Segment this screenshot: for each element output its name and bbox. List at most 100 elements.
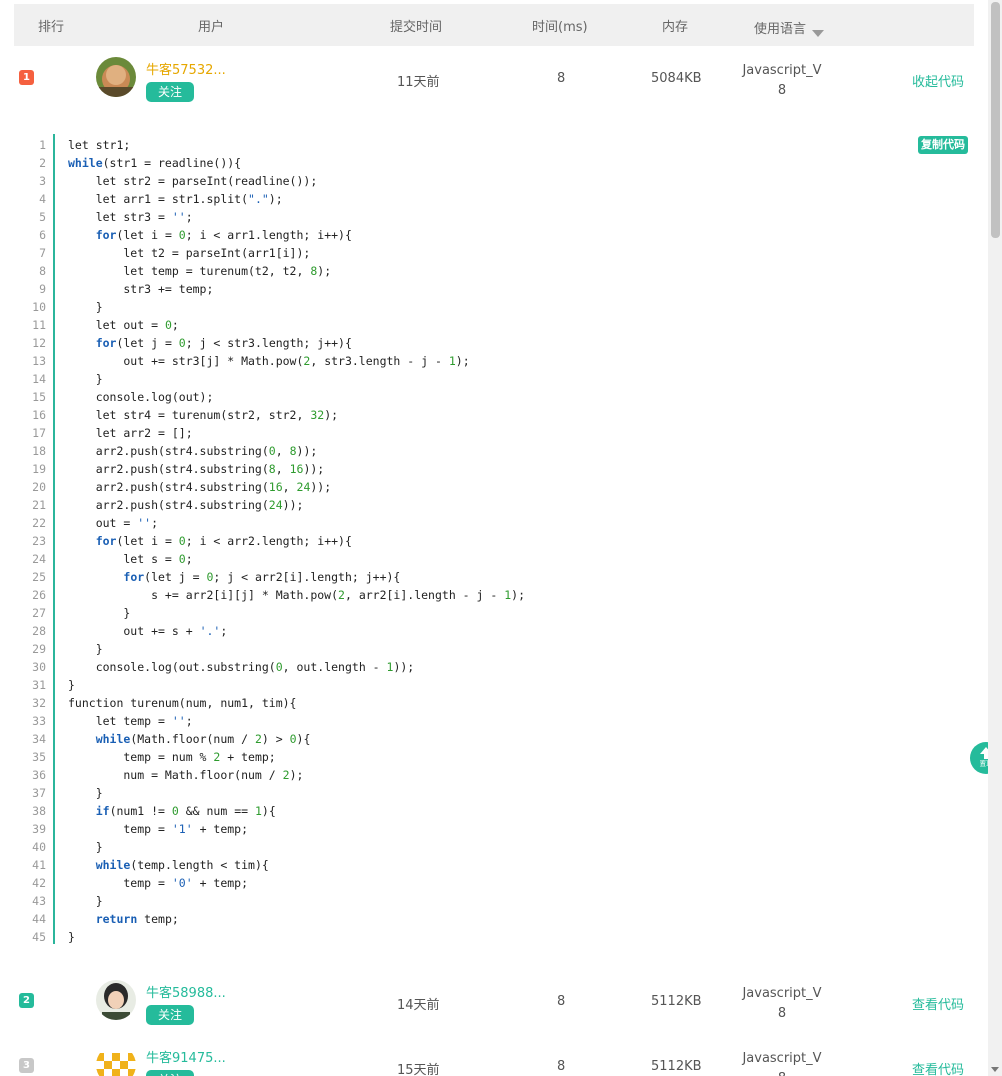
- line-number: 12: [32, 336, 46, 350]
- code-text: console.log(out.substring(0, out.length …: [68, 660, 415, 674]
- line-number: 10: [32, 300, 46, 314]
- scrollbar-thumb[interactable]: [991, 2, 1000, 238]
- code-line: 11 let out = 0;: [14, 316, 525, 334]
- user-name-link[interactable]: 牛客91475...: [146, 1047, 226, 1066]
- view-code-link[interactable]: 查看代码: [912, 994, 964, 1013]
- line-number: 36: [32, 768, 46, 782]
- line-number: 42: [32, 876, 46, 890]
- code-text: str3 += temp;: [68, 282, 214, 296]
- line-number: 13: [32, 354, 46, 368]
- copy-code-button[interactable]: 复制代码: [918, 136, 968, 154]
- vertical-scrollbar[interactable]: [988, 0, 1002, 1076]
- language-value: Javascript_V 8: [732, 61, 832, 101]
- code-text: let str2 = parseInt(readline());: [68, 174, 318, 188]
- code-line: 41 while(temp.length < tim){: [14, 856, 525, 874]
- code-line: 13 out += str3[j] * Math.pow(2, str3.len…: [14, 352, 525, 370]
- table-row: 1 牛客57532... 关注 11天前 8 5084KB Javascript…: [14, 47, 974, 117]
- line-number: 2: [39, 156, 46, 170]
- code-line: 25 for(let j = 0; j < arr2[i].length; j+…: [14, 568, 525, 586]
- code-text: out += s + '.';: [68, 624, 228, 638]
- line-number: 32: [32, 696, 46, 710]
- code-text: let temp = turenum(t2, t2, 8);: [68, 264, 332, 278]
- code-line: 1 let str1;: [14, 136, 525, 154]
- line-number: 15: [32, 390, 46, 404]
- code-line: 30 console.log(out.substring(0, out.leng…: [14, 658, 525, 676]
- avatar[interactable]: [96, 57, 136, 97]
- line-number: 7: [39, 246, 46, 260]
- code-text: let out = 0;: [68, 318, 179, 332]
- code-line: 7 let t2 = parseInt(arr1[i]);: [14, 244, 525, 262]
- code-line: 4 let arr1 = str1.split(".");: [14, 190, 525, 208]
- code-text: while(str1 = readline()){: [68, 156, 242, 170]
- line-number: 18: [32, 444, 46, 458]
- submit-time: 15天前: [397, 1063, 440, 1076]
- code-text: arr2.push(str4.substring(16, 24));: [68, 480, 332, 494]
- line-number: 24: [32, 552, 46, 566]
- code-text: }: [68, 786, 103, 800]
- line-number: 34: [32, 732, 46, 746]
- code-line: 44 return temp;: [14, 910, 525, 928]
- view-code-link[interactable]: 查看代码: [912, 1059, 964, 1076]
- line-number: 43: [32, 894, 46, 908]
- code-text: arr2.push(str4.substring(8, 16));: [68, 462, 325, 476]
- code-line: 14 }: [14, 370, 525, 388]
- code-text: let s = 0;: [68, 552, 193, 566]
- line-number: 41: [32, 858, 46, 872]
- avatar[interactable]: [96, 1045, 136, 1076]
- line-number: 30: [32, 660, 46, 674]
- code-lines: 1 let str1; 2 while(str1 = readline()){3 le…: [14, 136, 525, 946]
- code-line: 9 str3 += temp;: [14, 280, 525, 298]
- line-number: 29: [32, 642, 46, 656]
- code-text: while(temp.length < tim){: [95, 858, 269, 872]
- header-language: 使用语言: [754, 22, 807, 37]
- code-text: }: [68, 930, 75, 944]
- header-submit-time: 提交时间: [390, 20, 443, 35]
- collapse-code-link[interactable]: 收起代码: [912, 71, 964, 90]
- avatar[interactable]: [96, 980, 136, 1020]
- scroll-down-arrow-icon[interactable]: [991, 1067, 999, 1072]
- code-line: 32 function turenum(num, num1, tim){: [14, 694, 525, 712]
- user-name-link[interactable]: 牛客57532...: [146, 59, 226, 78]
- user-name-link[interactable]: 牛客58988...: [146, 982, 226, 1001]
- memory-usage: 5084KB: [651, 71, 702, 86]
- header-memory: 内存: [662, 20, 689, 35]
- follow-button[interactable]: 关注: [146, 82, 194, 102]
- code-line: 22 out = '';: [14, 514, 525, 532]
- language-value: Javascript_V 8: [732, 1049, 832, 1076]
- code-text: console.log(out);: [68, 390, 214, 404]
- follow-button[interactable]: 关注: [146, 1005, 194, 1025]
- line-number: 5: [39, 210, 46, 224]
- memory-usage: 5112KB: [651, 1059, 702, 1074]
- code-line: 39 temp = '1' + temp;: [14, 820, 525, 838]
- language-value: Javascript_V 8: [732, 984, 832, 1024]
- line-number: 25: [32, 570, 46, 584]
- code-line: 5 let str3 = '';: [14, 208, 525, 226]
- code-text: let str3 = '';: [68, 210, 193, 224]
- line-number: 44: [32, 912, 46, 926]
- code-line: 8 let temp = turenum(t2, t2, 8);: [14, 262, 525, 280]
- code-text: return temp;: [95, 912, 179, 926]
- code-text: if(num1 != 0 && num == 1){: [95, 804, 276, 818]
- code-line: 36 num = Math.floor(num / 2);: [14, 766, 525, 784]
- code-text: while(Math.floor(num / 2) > 0){: [95, 732, 311, 746]
- header-time-ms: 时间(ms): [532, 20, 588, 35]
- language-filter[interactable]: 使用语言: [754, 18, 825, 37]
- code-text: }: [68, 642, 103, 656]
- follow-button[interactable]: 关注: [146, 1070, 194, 1076]
- code-text: }: [68, 840, 103, 854]
- code-text: num = Math.floor(num / 2);: [68, 768, 304, 782]
- code-text: arr2.push(str4.substring(24));: [68, 498, 304, 512]
- code-line: 10 }: [14, 298, 525, 316]
- code-line: 37 }: [14, 784, 525, 802]
- header-user: 用户: [198, 20, 225, 35]
- line-number: 39: [32, 822, 46, 836]
- code-text: for(let i = 0; i < arr2.length; i++){: [95, 534, 352, 548]
- table-row: 3 牛客91475... 关注 15天前 8 5112KB Javascript…: [14, 1035, 974, 1076]
- line-number: 22: [32, 516, 46, 530]
- language-line-1: Javascript_V: [742, 63, 822, 78]
- code-line: 17 let arr2 = [];: [14, 424, 525, 442]
- language-line-2: 8: [732, 1069, 832, 1076]
- language-line-2: 8: [777, 1006, 787, 1021]
- rank-badge: 1: [19, 70, 34, 85]
- code-line: 16 let str4 = turenum(str2, str2, 32);: [14, 406, 525, 424]
